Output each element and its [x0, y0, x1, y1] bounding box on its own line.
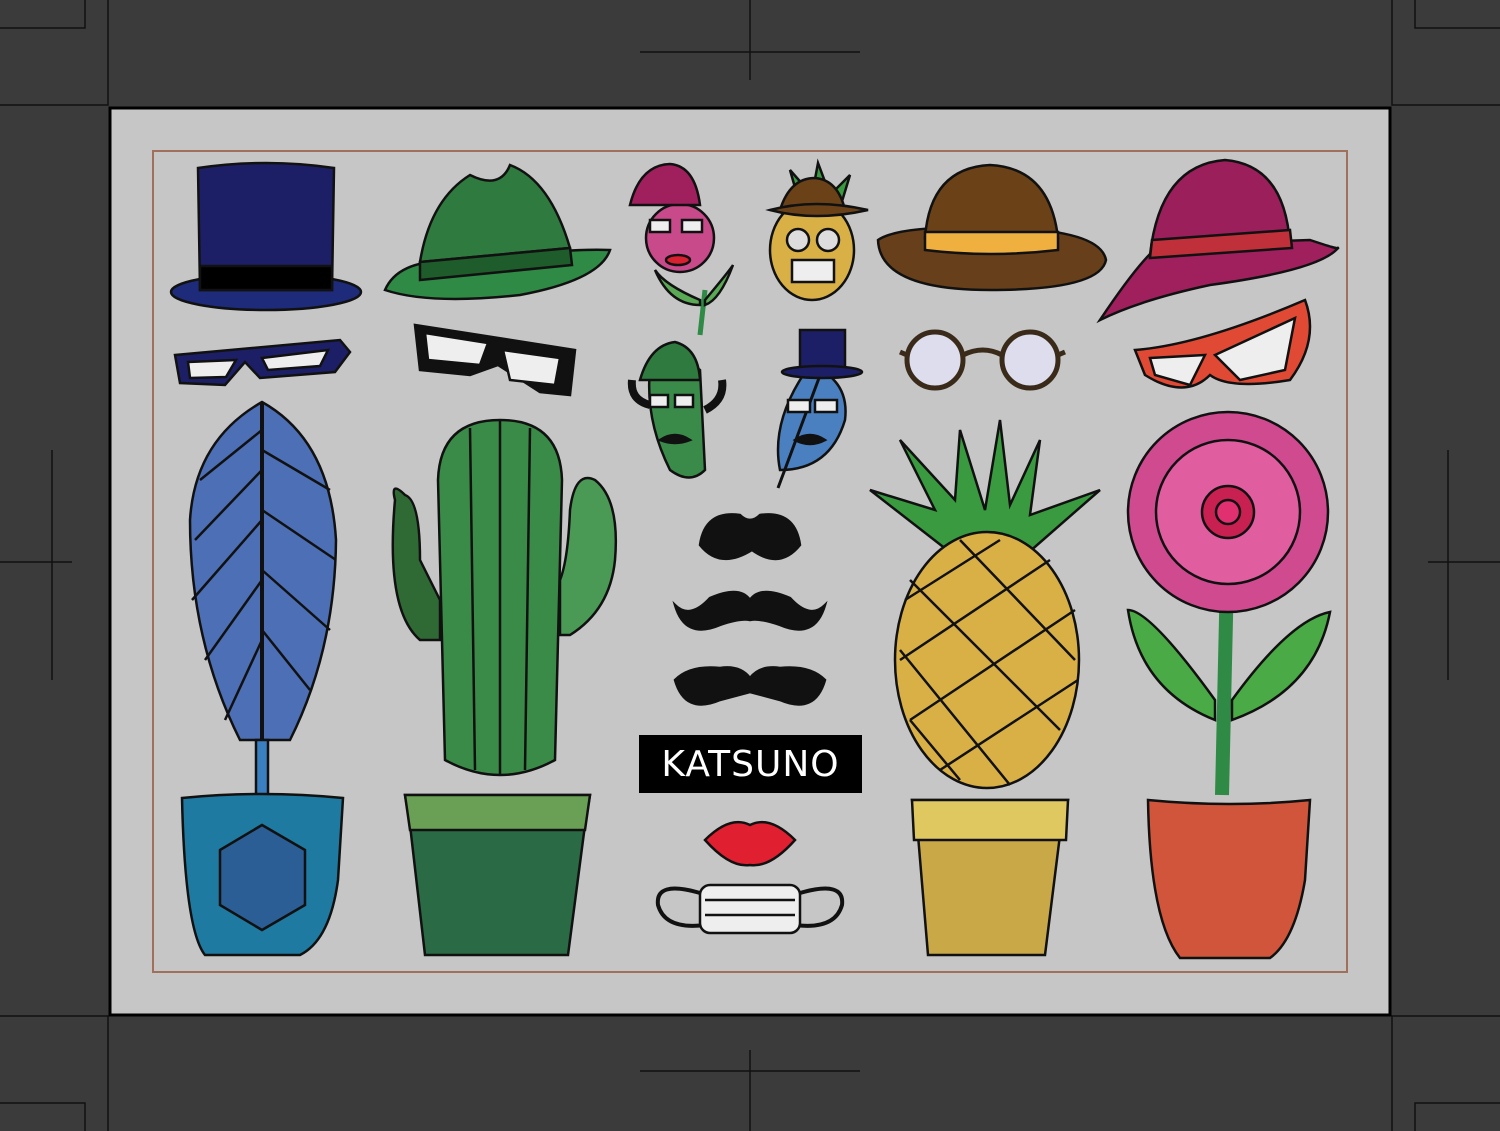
- katsuno-nameplate: KATSUNO: [639, 735, 862, 793]
- mustache-icon: [698, 513, 802, 560]
- pot-rim: [403, 793, 592, 832]
- pot-rim: [910, 798, 1070, 842]
- red-pot-icon: [1146, 798, 1312, 960]
- sticker-sheet: [0, 0, 1500, 1131]
- top-hat-icon: [169, 161, 363, 312]
